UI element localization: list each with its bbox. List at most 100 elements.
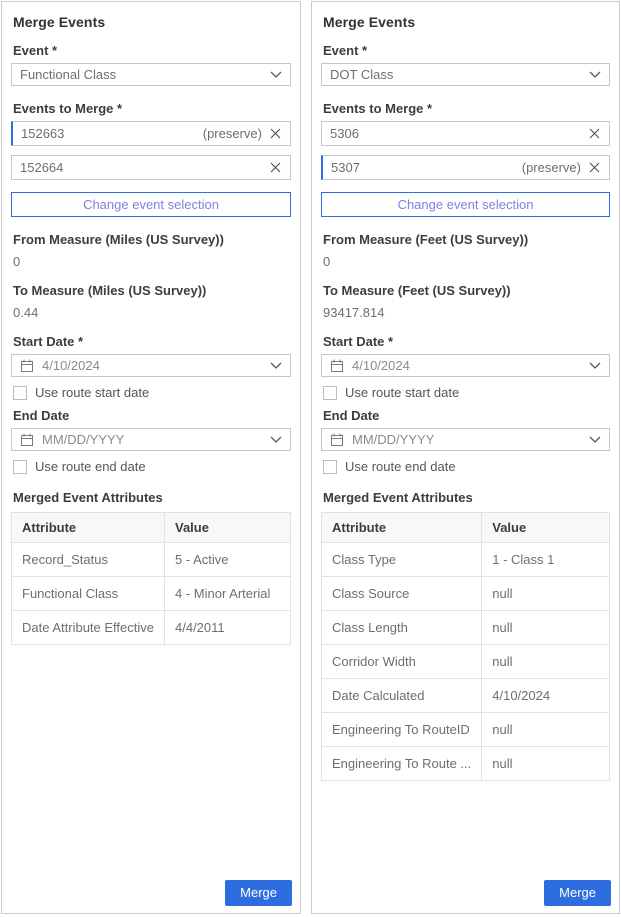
attribute-cell: Engineering To Route ... [322, 747, 482, 781]
use-route-start-date-row: Use route start date [13, 385, 291, 400]
calendar-icon [330, 359, 344, 373]
value-cell: 4 - Minor Arterial [165, 577, 291, 611]
value-cell: null [482, 611, 610, 645]
table-row: Corridor Width null [322, 645, 610, 679]
event-select[interactable]: Functional Class [11, 63, 291, 86]
value-cell: null [482, 577, 610, 611]
end-date-picker[interactable]: MM/DD/YYYY [321, 428, 610, 451]
use-route-end-date-label: Use route end date [345, 459, 456, 474]
change-event-selection-button[interactable]: Change event selection [11, 192, 291, 217]
from-measure-value: 0 [13, 254, 291, 269]
to-measure-value: 0.44 [13, 305, 291, 320]
value-cell: null [482, 713, 610, 747]
event-label: Event * [323, 43, 610, 58]
value-cell: 4/10/2024 [482, 679, 610, 713]
merged-attributes-table: Attribute Value Class Type 1 - Class 1 C… [321, 512, 610, 781]
table-row: Class Type 1 - Class 1 [322, 543, 610, 577]
start-date-picker[interactable]: 4/10/2024 [321, 354, 610, 377]
table-row: Date Calculated 4/10/2024 [322, 679, 610, 713]
table-row: Engineering To Route ... null [322, 747, 610, 781]
event-id-input[interactable]: 5307 (preserve) [321, 155, 610, 180]
merged-event-attributes-label: Merged Event Attributes [323, 490, 610, 505]
attribute-column-header: Attribute [12, 513, 165, 543]
event-id-input[interactable]: 5306 [321, 121, 610, 146]
events-to-merge-label: Events to Merge * [323, 101, 610, 116]
chevron-down-icon [270, 362, 282, 369]
chevron-down-icon [270, 71, 282, 78]
table-row: Date Attribute Effective 4/4/2011 [12, 611, 291, 645]
preserve-label: (preserve) [203, 126, 262, 141]
use-route-end-date-checkbox[interactable] [323, 460, 337, 474]
chevron-down-icon [589, 436, 601, 443]
start-date-value: 4/10/2024 [42, 358, 100, 373]
use-route-end-date-label: Use route end date [35, 459, 146, 474]
start-date-picker[interactable]: 4/10/2024 [11, 354, 291, 377]
table-row: Record_Status 5 - Active [12, 543, 291, 577]
event-select[interactable]: DOT Class [321, 63, 610, 86]
merge-button[interactable]: Merge [544, 880, 611, 906]
table-row: Class Source null [322, 577, 610, 611]
merged-event-attributes-label: Merged Event Attributes [13, 490, 291, 505]
merge-events-panel-right: Merge Events Event * DOT Class Events to… [311, 1, 620, 914]
attribute-cell: Corridor Width [322, 645, 482, 679]
chevron-down-icon [589, 362, 601, 369]
to-measure-value: 93417.814 [323, 305, 610, 320]
to-measure-label: To Measure (Feet (US Survey)) [323, 283, 610, 298]
event-label: Event * [13, 43, 291, 58]
table-row: Engineering To RouteID null [322, 713, 610, 747]
end-date-placeholder: MM/DD/YYYY [42, 432, 124, 447]
preserve-label: (preserve) [522, 160, 581, 175]
event-select-value: Functional Class [20, 67, 116, 82]
attribute-cell: Date Calculated [322, 679, 482, 713]
from-measure-label: From Measure (Miles (US Survey)) [13, 232, 291, 247]
event-id-value: 152663 [21, 126, 64, 141]
chevron-down-icon [589, 71, 601, 78]
table-row: Functional Class 4 - Minor Arterial [12, 577, 291, 611]
value-cell: 5 - Active [165, 543, 291, 577]
table-header-row: Attribute Value [12, 513, 291, 543]
end-date-label: End Date [323, 408, 610, 423]
value-cell: null [482, 747, 610, 781]
event-id-input[interactable]: 152664 [11, 155, 291, 180]
use-route-start-date-row: Use route start date [323, 385, 610, 400]
attribute-cell: Functional Class [12, 577, 165, 611]
panel-title: Merge Events [323, 14, 610, 30]
remove-event-icon[interactable] [269, 127, 282, 140]
change-event-selection-button[interactable]: Change event selection [321, 192, 610, 217]
use-route-end-date-row: Use route end date [13, 459, 291, 474]
value-cell: 1 - Class 1 [482, 543, 610, 577]
remove-event-icon[interactable] [588, 127, 601, 140]
use-route-end-date-row: Use route end date [323, 459, 610, 474]
event-select-value: DOT Class [330, 67, 393, 82]
event-id-value: 5306 [330, 126, 359, 141]
calendar-icon [20, 359, 34, 373]
events-to-merge-label: Events to Merge * [13, 101, 291, 116]
table-header-row: Attribute Value [322, 513, 610, 543]
merge-events-app: Merge Events Event * Functional Class Ev… [0, 0, 621, 915]
event-id-input[interactable]: 152663 (preserve) [11, 121, 291, 146]
attribute-cell: Date Attribute Effective [12, 611, 165, 645]
value-cell: 4/4/2011 [165, 611, 291, 645]
value-cell: null [482, 645, 610, 679]
to-measure-label: To Measure (Miles (US Survey)) [13, 283, 291, 298]
value-column-header: Value [482, 513, 610, 543]
value-column-header: Value [165, 513, 291, 543]
event-id-value: 5307 [331, 160, 360, 175]
chevron-down-icon [270, 436, 282, 443]
use-route-start-date-checkbox[interactable] [323, 386, 337, 400]
attribute-cell: Record_Status [12, 543, 165, 577]
attribute-cell: Engineering To RouteID [322, 713, 482, 747]
start-date-value: 4/10/2024 [352, 358, 410, 373]
end-date-picker[interactable]: MM/DD/YYYY [11, 428, 291, 451]
end-date-label: End Date [13, 408, 291, 423]
merge-button[interactable]: Merge [225, 880, 292, 906]
use-route-start-date-checkbox[interactable] [13, 386, 27, 400]
remove-event-icon[interactable] [269, 161, 282, 174]
merge-events-panel-left: Merge Events Event * Functional Class Ev… [1, 1, 301, 914]
use-route-end-date-checkbox[interactable] [13, 460, 27, 474]
remove-event-icon[interactable] [588, 161, 601, 174]
attribute-column-header: Attribute [322, 513, 482, 543]
from-measure-label: From Measure (Feet (US Survey)) [323, 232, 610, 247]
attribute-cell: Class Type [322, 543, 482, 577]
use-route-start-date-label: Use route start date [345, 385, 459, 400]
